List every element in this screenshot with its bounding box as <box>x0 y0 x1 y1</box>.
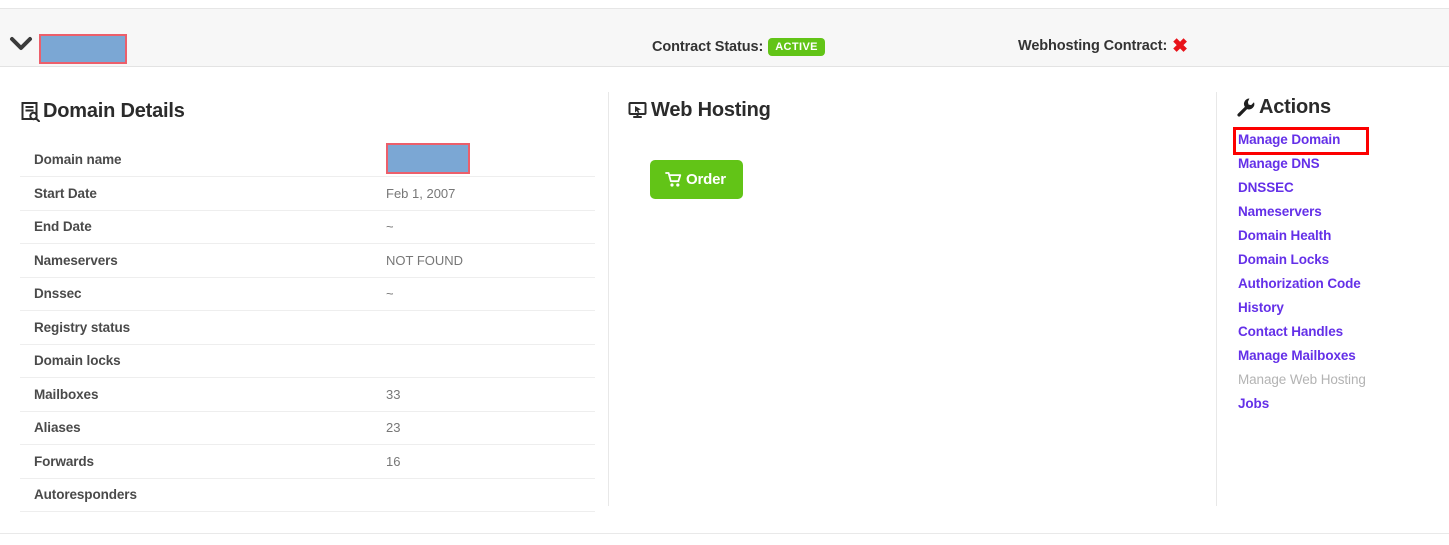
action-link-manage-web-hosting: Manage Web Hosting <box>1238 372 1366 387</box>
action-link-manage-mailboxes[interactable]: Manage Mailboxes <box>1238 348 1356 363</box>
order-button-label: Order <box>686 171 726 188</box>
webhosting-contract: Webhosting Contract: ✖ <box>1018 37 1188 56</box>
monitor-cursor-icon <box>628 100 649 121</box>
detail-label: Registry status <box>20 310 372 345</box>
detail-label: Domain name <box>20 143 372 177</box>
webhosting-contract-label: Webhosting Contract: <box>1018 38 1168 54</box>
detail-label: Nameservers <box>20 243 372 278</box>
cross-icon: ✖ <box>1172 36 1188 57</box>
list-item: Nameservers <box>1238 200 1438 224</box>
web-hosting-heading: Web Hosting <box>628 99 1188 122</box>
domain-details-panel: Domain Details Domain name Start Date Feb … <box>20 100 595 512</box>
list-item: Contact Handles <box>1238 320 1438 344</box>
list-item: Manage Mailboxes <box>1238 344 1438 368</box>
domain-details-title: Domain Details <box>43 100 185 122</box>
detail-label: Aliases <box>20 411 372 445</box>
table-row: Start Date Feb 1, 2007 <box>20 176 595 211</box>
detail-value: NOT FOUND <box>372 243 595 278</box>
action-link-domain-locks[interactable]: Domain Locks <box>1238 252 1329 267</box>
list-item: DNSSEC <box>1238 176 1438 200</box>
table-row: Autoresponders <box>20 478 595 512</box>
redacted-domain-name <box>386 143 470 174</box>
list-item: Manage Domain <box>1238 128 1438 152</box>
action-link-manage-domain[interactable]: Manage Domain <box>1238 132 1340 147</box>
table-row: Aliases 23 <box>20 411 595 445</box>
action-link-jobs[interactable]: Jobs <box>1238 396 1269 411</box>
chevron-down-icon[interactable] <box>8 31 34 57</box>
list-item: Domain Health <box>1238 224 1438 248</box>
actions-heading: Actions <box>1236 96 1438 119</box>
table-row: Mailboxes 33 <box>20 377 595 412</box>
detail-value: ~ <box>372 277 595 311</box>
action-link-manage-dns[interactable]: Manage DNS <box>1238 156 1320 171</box>
list-item: Manage DNS <box>1238 152 1438 176</box>
web-hosting-title: Web Hosting <box>651 99 771 121</box>
action-link-authorization-code[interactable]: Authorization Code <box>1238 276 1361 291</box>
table-row: Nameservers NOT FOUND <box>20 243 595 278</box>
web-hosting-panel: Web Hosting Order <box>628 99 1188 199</box>
shopping-cart-icon <box>665 171 683 188</box>
redacted-account-name <box>39 34 127 64</box>
list-item: Domain Locks <box>1238 248 1438 272</box>
detail-value <box>372 310 595 345</box>
actions-title: Actions <box>1259 96 1331 118</box>
domain-details-table: Domain name Start Date Feb 1, 2007 End Date… <box>20 143 595 512</box>
list-item: Manage Web Hosting <box>1238 368 1438 392</box>
document-search-icon <box>20 101 41 122</box>
detail-label: Start Date <box>20 176 372 211</box>
action-link-nameservers[interactable]: Nameservers <box>1238 204 1322 219</box>
list-item: Jobs <box>1238 392 1438 416</box>
table-row: Dnssec ~ <box>20 277 595 311</box>
detail-label: Autoresponders <box>20 478 372 512</box>
list-item: History <box>1238 296 1438 320</box>
detail-label: Mailboxes <box>20 377 372 412</box>
detail-label: Dnssec <box>20 277 372 311</box>
action-link-domain-health[interactable]: Domain Health <box>1238 228 1331 243</box>
contract-status: Contract Status: ACTIVE <box>652 38 825 56</box>
contract-header-bar: Contract Status: ACTIVE Webhosting Contra… <box>0 8 1449 67</box>
detail-value <box>372 143 595 177</box>
detail-label: End Date <box>20 210 372 244</box>
column-divider-left <box>608 92 609 506</box>
list-item: Authorization Code <box>1238 272 1438 296</box>
detail-value <box>372 478 595 512</box>
action-link-dnssec[interactable]: DNSSEC <box>1238 180 1294 195</box>
table-row: Domain locks <box>20 344 595 378</box>
wrench-icon <box>1236 97 1257 118</box>
actions-list: Manage Domain Manage DNS DNSSEC Nameservers… <box>1238 128 1438 416</box>
detail-value: Feb 1, 2007 <box>372 176 595 211</box>
detail-value: 23 <box>372 411 595 445</box>
order-button[interactable]: Order <box>650 160 743 199</box>
status-badge: ACTIVE <box>768 38 825 56</box>
table-row: Registry status <box>20 310 595 345</box>
detail-value: 16 <box>372 444 595 479</box>
contract-status-label: Contract Status: <box>652 39 764 55</box>
column-divider-right <box>1216 92 1217 506</box>
detail-value: 33 <box>372 377 595 412</box>
table-row: Forwards 16 <box>20 444 595 479</box>
table-row: End Date ~ <box>20 210 595 244</box>
detail-value: ~ <box>372 210 595 244</box>
detail-label: Domain locks <box>20 344 372 378</box>
detail-label: Forwards <box>20 444 372 479</box>
action-link-contact-handles[interactable]: Contact Handles <box>1238 324 1343 339</box>
detail-value <box>372 344 595 378</box>
domain-details-heading: Domain Details <box>20 100 595 123</box>
actions-panel: Actions Manage Domain Manage DNS DNSSEC Nam… <box>1236 96 1438 416</box>
footer-divider <box>0 533 1449 534</box>
table-row: Domain name <box>20 143 595 177</box>
action-link-history[interactable]: History <box>1238 300 1284 315</box>
